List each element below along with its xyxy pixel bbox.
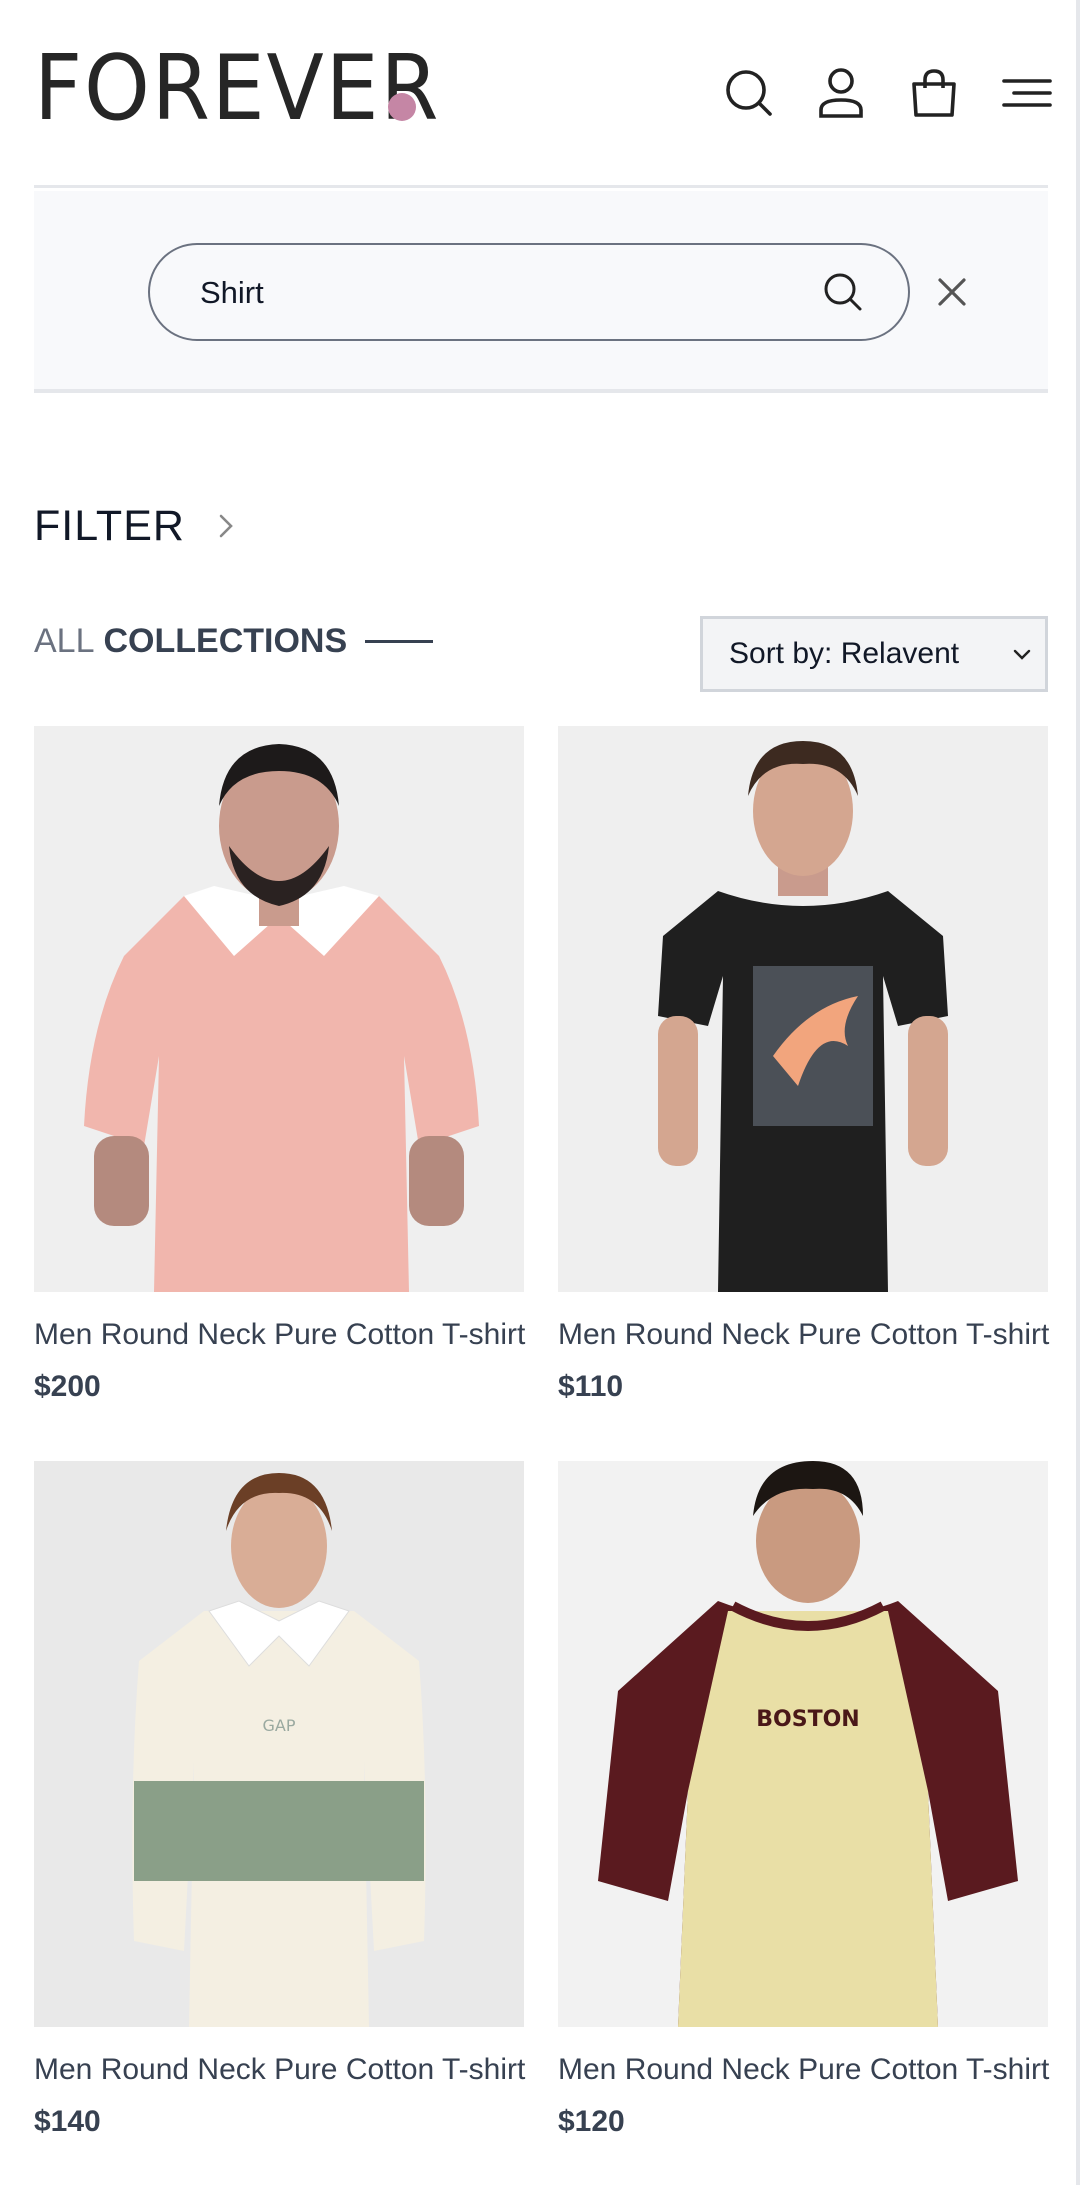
product-card[interactable]: Men Round Neck Pure Cotton T-shirt $200 xyxy=(34,726,525,1404)
product-name[interactable]: Men Round Neck Pure Cotton T-shirt xyxy=(34,1318,525,1352)
chest-print: BOSTON xyxy=(756,1707,859,1732)
product-image[interactable] xyxy=(558,726,1048,1292)
search-input[interactable] xyxy=(200,269,760,317)
close-search-icon[interactable] xyxy=(934,274,970,310)
product-price: $140 xyxy=(34,2105,101,2138)
sort-selected-value: Sort by: Relavent xyxy=(729,637,960,670)
brand-logo[interactable]: FOREVER xyxy=(34,44,440,134)
product-image[interactable] xyxy=(34,726,524,1292)
menu-icon[interactable] xyxy=(1000,66,1054,120)
product-name[interactable]: Men Round Neck Pure Cotton T-shirt xyxy=(558,1318,1049,1352)
profile-icon[interactable] xyxy=(814,66,868,120)
page-scrollbar[interactable] xyxy=(1076,0,1080,2185)
search-box xyxy=(148,243,910,341)
sort-select[interactable]: Sort by: Relavent xyxy=(700,616,1048,692)
product-price: $110 xyxy=(558,1370,624,1403)
logo-dot xyxy=(388,93,416,121)
search-icon[interactable] xyxy=(722,66,776,120)
product-price: $120 xyxy=(558,2105,625,2138)
product-name[interactable]: Men Round Neck Pure Cotton T-shirt xyxy=(558,2053,1049,2087)
product-image[interactable]: GAP xyxy=(34,1461,524,2027)
cart-icon[interactable] xyxy=(907,66,961,120)
collections-title: ALL COLLECTIONS xyxy=(34,622,434,661)
filter-label: FILTER xyxy=(34,501,185,550)
product-card[interactable]: BOSTON Men Round Neck Pure Cotton T-shir… xyxy=(558,1461,1049,2139)
chevron-right-icon xyxy=(219,514,233,538)
product-card[interactable]: Men Round Neck Pure Cotton T-shirt $110 xyxy=(558,726,1049,1404)
product-image[interactable]: BOSTON xyxy=(558,1461,1048,2027)
product-name[interactable]: Men Round Neck Pure Cotton T-shirt xyxy=(34,2053,525,2087)
search-submit-icon[interactable] xyxy=(822,271,864,313)
filter-toggle[interactable]: FILTER xyxy=(34,498,239,554)
chevron-down-icon xyxy=(1013,649,1031,660)
product-price: $200 xyxy=(34,1370,101,1403)
collections-title-prefix: ALL xyxy=(34,622,95,660)
title-divider xyxy=(365,640,434,643)
search-bar-section xyxy=(34,191,1048,393)
product-card[interactable]: GAP Men Round Neck Pure Cotton T-shirt $… xyxy=(34,1461,525,2139)
collections-title-main: COLLECTIONS xyxy=(103,622,348,660)
chest-print: GAP xyxy=(263,1716,296,1735)
site-header: FOREVER xyxy=(34,0,1052,188)
